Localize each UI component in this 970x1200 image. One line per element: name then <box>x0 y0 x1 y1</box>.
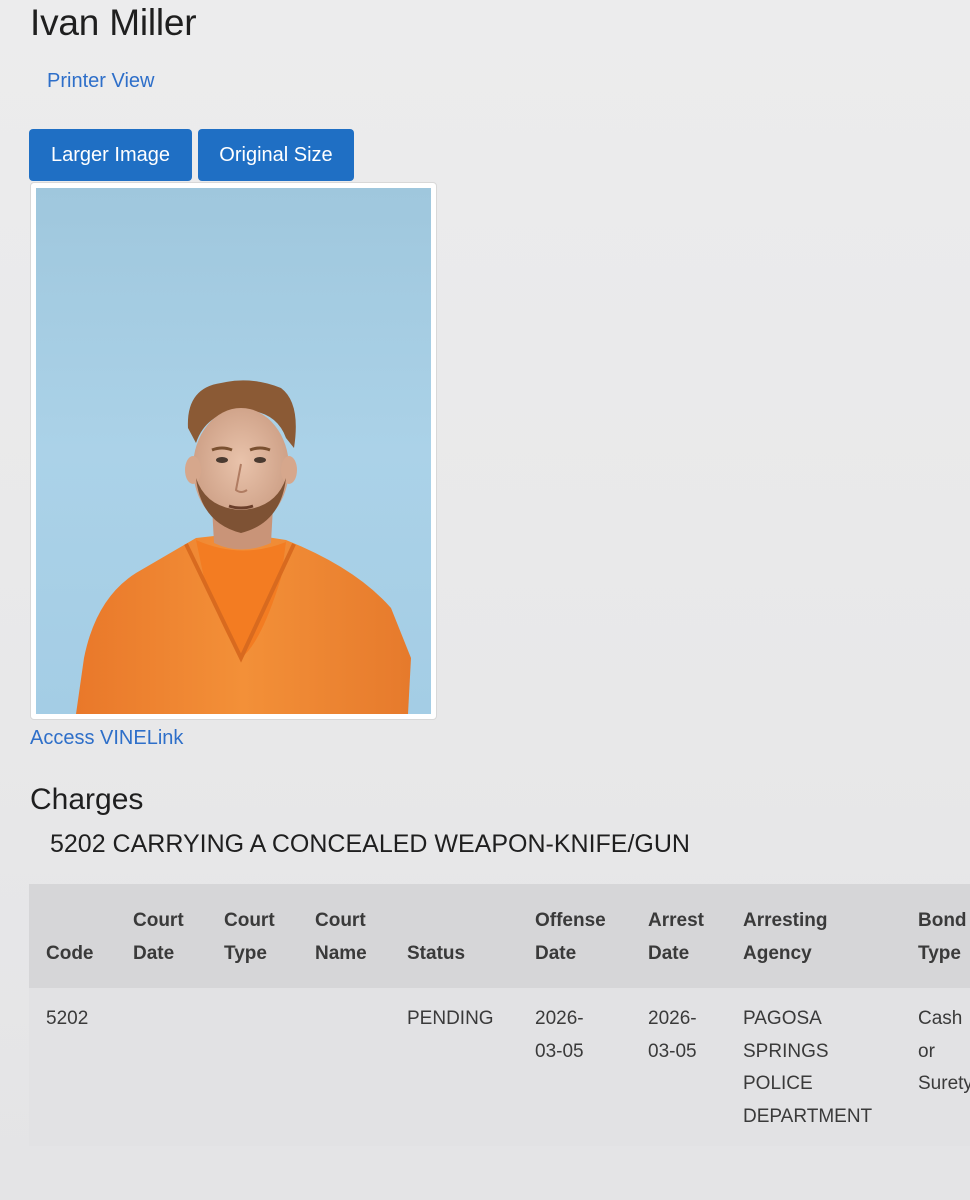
col-header-court-name: Court Name <box>315 884 407 988</box>
mugshot-image <box>36 188 431 714</box>
col-header-arresting-agency: Arresting Agency <box>743 884 918 988</box>
booking-photo <box>30 182 437 720</box>
cell-court-name <box>315 988 407 1146</box>
table-header-row: Code Court Date Court Type Court Name Statu… <box>29 884 970 988</box>
printer-view-link[interactable]: Printer View <box>47 70 154 93</box>
page-title: Ivan Miller <box>30 2 197 43</box>
col-header-court-date: Court Date <box>133 884 224 988</box>
charge-title: 5202 CARRYING A CONCEALED WEAPON-KNIFE/G… <box>50 830 690 858</box>
col-header-code: Code <box>29 884 133 988</box>
cell-status: PENDING <box>407 988 535 1146</box>
col-header-court-type: Court Type <box>224 884 315 988</box>
col-header-bond-type: Bond Type <box>918 884 970 988</box>
access-vinelink-link[interactable]: Access VINELink <box>30 727 183 750</box>
col-header-offense-date: Offense Date <box>535 884 648 988</box>
cell-bond-type: Cash or Surety <box>918 988 970 1146</box>
charges-table-container: Code Court Date Court Type Court Name Statu… <box>29 884 970 1146</box>
cell-court-date <box>133 988 224 1146</box>
cell-arrest-date: 2026- 03-05 <box>648 988 743 1146</box>
cell-arresting-agency: PAGOSA SPRINGS POLICE DEPARTMENT <box>743 988 918 1146</box>
col-header-arrest-date: Arrest Date <box>648 884 743 988</box>
table-row: 5202 PENDING 2026- 03-05 2026- 03-05 PAGOS… <box>29 988 970 1146</box>
cell-offense-date: 2026- 03-05 <box>535 988 648 1146</box>
cell-court-type <box>224 988 315 1146</box>
charges-table: Code Court Date Court Type Court Name Statu… <box>29 884 970 1146</box>
original-size-button[interactable]: Original Size <box>198 129 354 181</box>
cell-code: 5202 <box>29 988 133 1146</box>
larger-image-button[interactable]: Larger Image <box>29 129 192 181</box>
charges-heading: Charges <box>30 783 144 816</box>
col-header-status: Status <box>407 884 535 988</box>
